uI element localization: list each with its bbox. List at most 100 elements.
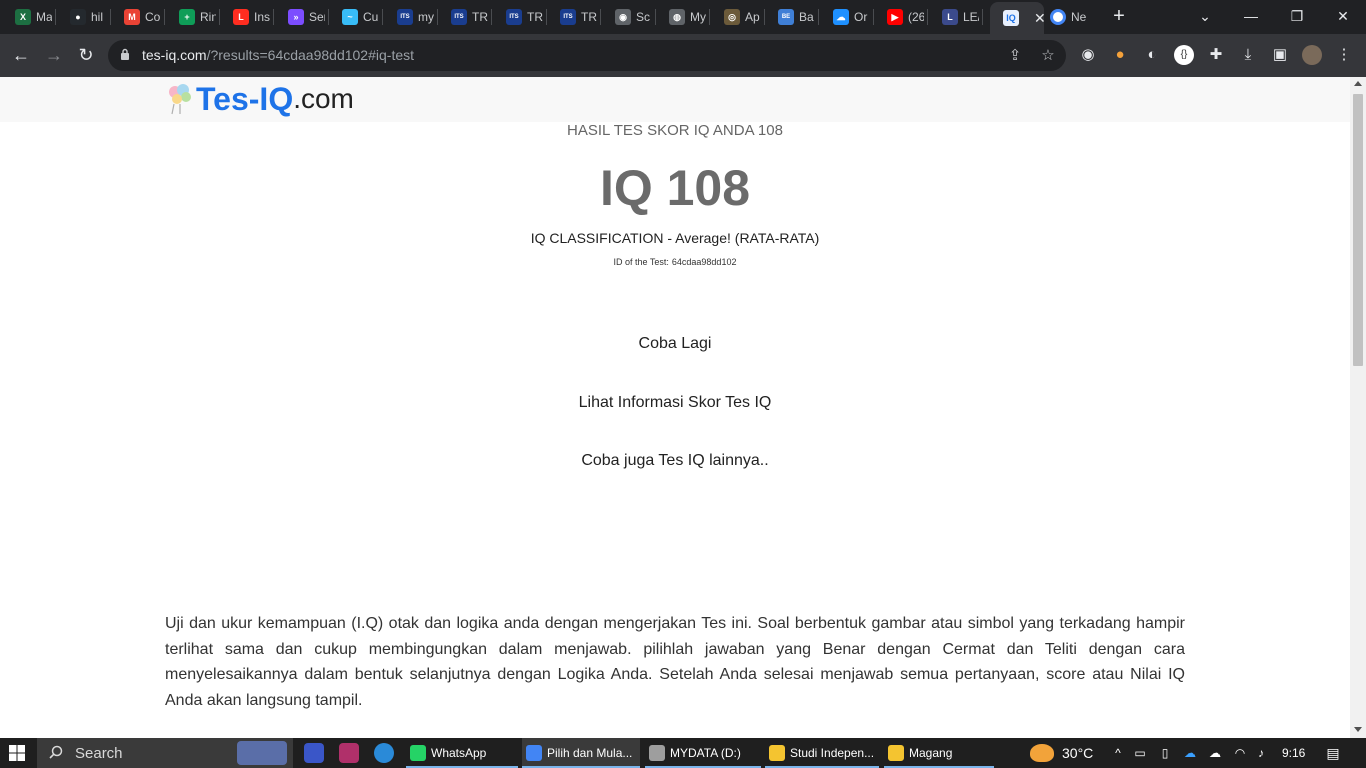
tab-label: TR (472, 10, 488, 24)
tab-label: My (690, 10, 706, 24)
camera-icon: ◉ (615, 9, 631, 25)
tab-4[interactable]: L Ins (220, 5, 272, 29)
tab-5[interactable]: » Ser (275, 5, 327, 29)
taskbar-app-label: Studi Indepen... (790, 746, 875, 760)
tab-label: Ne (1071, 10, 1087, 24)
windows-start-icon[interactable] (9, 745, 25, 761)
media-player-icon[interactable] (304, 743, 324, 763)
tailwind-icon: ~ (342, 9, 358, 25)
tab-separator (164, 9, 165, 25)
tab-11[interactable]: ◉ Sc (602, 5, 654, 29)
back-icon[interactable]: ← (10, 44, 32, 66)
taskbar-app-0[interactable]: WhatsApp (406, 738, 518, 768)
tab-1[interactable]: ● hil (57, 5, 109, 29)
sheets-icon: + (179, 9, 195, 25)
tab-2[interactable]: M Co (111, 5, 163, 29)
volume-icon[interactable]: ♪ (1254, 746, 1268, 760)
test-id: ID of the Test: 64cdaa98dd102 (0, 257, 1350, 267)
menu-kebab-icon[interactable]: ⋮ (1334, 45, 1354, 65)
scroll-up-arrow-icon[interactable] (1354, 81, 1362, 86)
its-icon: ITS (560, 9, 576, 25)
cloud-tray-icon[interactable]: ☁ (1208, 746, 1222, 760)
clock[interactable]: 9:16 (1282, 738, 1305, 768)
taskbar-app-label: Magang (909, 746, 953, 760)
share-icon[interactable]: ⇪ (1006, 47, 1024, 65)
its-icon: ITS (397, 9, 413, 25)
forward-icon[interactable]: → (43, 44, 65, 66)
lock-icon (121, 48, 129, 60)
tab-label: TR (527, 10, 543, 24)
tab-6[interactable]: ~ Cu (329, 5, 381, 29)
site-logo[interactable]: Tes-IQ .com (166, 79, 354, 119)
taskbar-app-label: WhatsApp (431, 746, 487, 760)
tab-8[interactable]: ITS TR (438, 5, 490, 29)
profile-avatar[interactable] (1302, 45, 1322, 65)
bookmark-star-icon[interactable]: ☆ (1039, 47, 1057, 65)
page-scrollbar[interactable] (1350, 77, 1366, 738)
tab-9[interactable]: ITS TR (493, 5, 545, 29)
whatsapp-icon (410, 745, 426, 761)
tab-active-tes-iq[interactable]: IQ ✕ (990, 2, 1046, 34)
new-tab-button[interactable]: + (1109, 6, 1129, 26)
notification-icon[interactable]: ▤ (1326, 746, 1340, 760)
extension-toggle-icon[interactable]: ◐ (1142, 45, 1162, 65)
tab-separator (600, 9, 601, 25)
minimize-button[interactable]: — (1241, 6, 1261, 26)
gmail-icon: M (124, 9, 140, 25)
scrollbar-thumb[interactable] (1353, 94, 1363, 366)
device-icon[interactable]: ▯ (1158, 746, 1172, 760)
tab-label: Cu (363, 10, 379, 24)
tab-17[interactable]: L LE/ (929, 5, 981, 29)
battery-icon[interactable]: ▭ (1133, 746, 1147, 760)
result-caption: HASIL TES SKOR IQ ANDA 108 (567, 122, 783, 139)
extensions-puzzle-icon[interactable]: ✚ (1206, 45, 1226, 65)
restore-button[interactable]: ❐ (1287, 6, 1307, 26)
tab-3[interactable]: + Rin (166, 5, 218, 29)
retry-link[interactable]: Coba Lagi (0, 335, 1350, 353)
tab-15[interactable]: ☁ Or (820, 5, 872, 29)
globe-icon: ◍ (669, 9, 685, 25)
tab-search-button[interactable]: ⌄ (1195, 6, 1215, 26)
tab-14[interactable]: BE Ba (765, 5, 817, 29)
close-window-button[interactable]: ✕ (1333, 6, 1353, 26)
tab-separator (491, 9, 492, 25)
url-path: /?results=64cdaa98dd102#iq-test (206, 47, 415, 63)
taskbar-app-1[interactable]: Pilih dan Mula... (522, 738, 640, 768)
app-pink-icon[interactable] (339, 743, 359, 763)
json-extension-icon[interactable]: {} (1174, 45, 1194, 65)
taskbar-app-4[interactable]: Magang (884, 738, 994, 768)
folder-icon (769, 745, 785, 761)
weather-widget[interactable]: 30°C (1030, 738, 1093, 768)
side-panel-icon[interactable]: ▣ (1270, 45, 1290, 65)
reload-icon[interactable]: ↻ (75, 44, 97, 66)
download-icon[interactable]: ⤓ (1238, 45, 1258, 65)
tab-16[interactable]: ▶ (26 (874, 5, 926, 29)
extension-bulb-icon[interactable]: ● (1110, 45, 1130, 65)
address-bar[interactable]: tes-iq.com/?results=64cdaa98dd102#iq-tes… (108, 40, 1066, 71)
taskbar-app-3[interactable]: Studi Indepen... (765, 738, 879, 768)
camera-extension-icon[interactable]: ◉ (1078, 45, 1098, 65)
tab-10[interactable]: ITS TR (547, 5, 599, 29)
seal-icon: ◎ (724, 9, 740, 25)
tab-separator (818, 9, 819, 25)
onedrive-tray-icon[interactable]: ☁ (1183, 746, 1197, 760)
iq-score: IQ 108 (599, 160, 751, 216)
scroll-down-arrow-icon[interactable] (1354, 727, 1362, 732)
score-info-link[interactable]: Lihat Informasi Skor Tes IQ (0, 394, 1350, 412)
taskbar-app-label: MYDATA (D:) (670, 746, 741, 760)
tab-12[interactable]: ◍ My (656, 5, 708, 29)
tray-chevron-icon[interactable]: ^ (1111, 746, 1125, 760)
edge-icon[interactable] (374, 743, 394, 763)
description-paragraph: Uji dan ukur kemampuan (I.Q) otak dan lo… (165, 615, 1185, 709)
taskbar-search[interactable]: Search (37, 738, 293, 768)
tab-7[interactable]: ITS my (384, 5, 436, 29)
other-tests-link[interactable]: Coba juga Tes IQ lainnya.. (0, 452, 1350, 470)
tab-new-tab[interactable]: Ne (1037, 5, 1097, 29)
drive-icon (649, 745, 665, 761)
taskbar-app-2[interactable]: MYDATA (D:) (645, 738, 761, 768)
logo-brand: Tes-IQ (196, 80, 294, 117)
tab-13[interactable]: ◎ Ap (711, 5, 763, 29)
tab-0[interactable]: X Ma (2, 5, 54, 29)
url-text: tes-iq.com/?results=64cdaa98dd102#iq-tes… (142, 47, 414, 63)
wifi-icon[interactable]: ◠ (1233, 746, 1247, 760)
